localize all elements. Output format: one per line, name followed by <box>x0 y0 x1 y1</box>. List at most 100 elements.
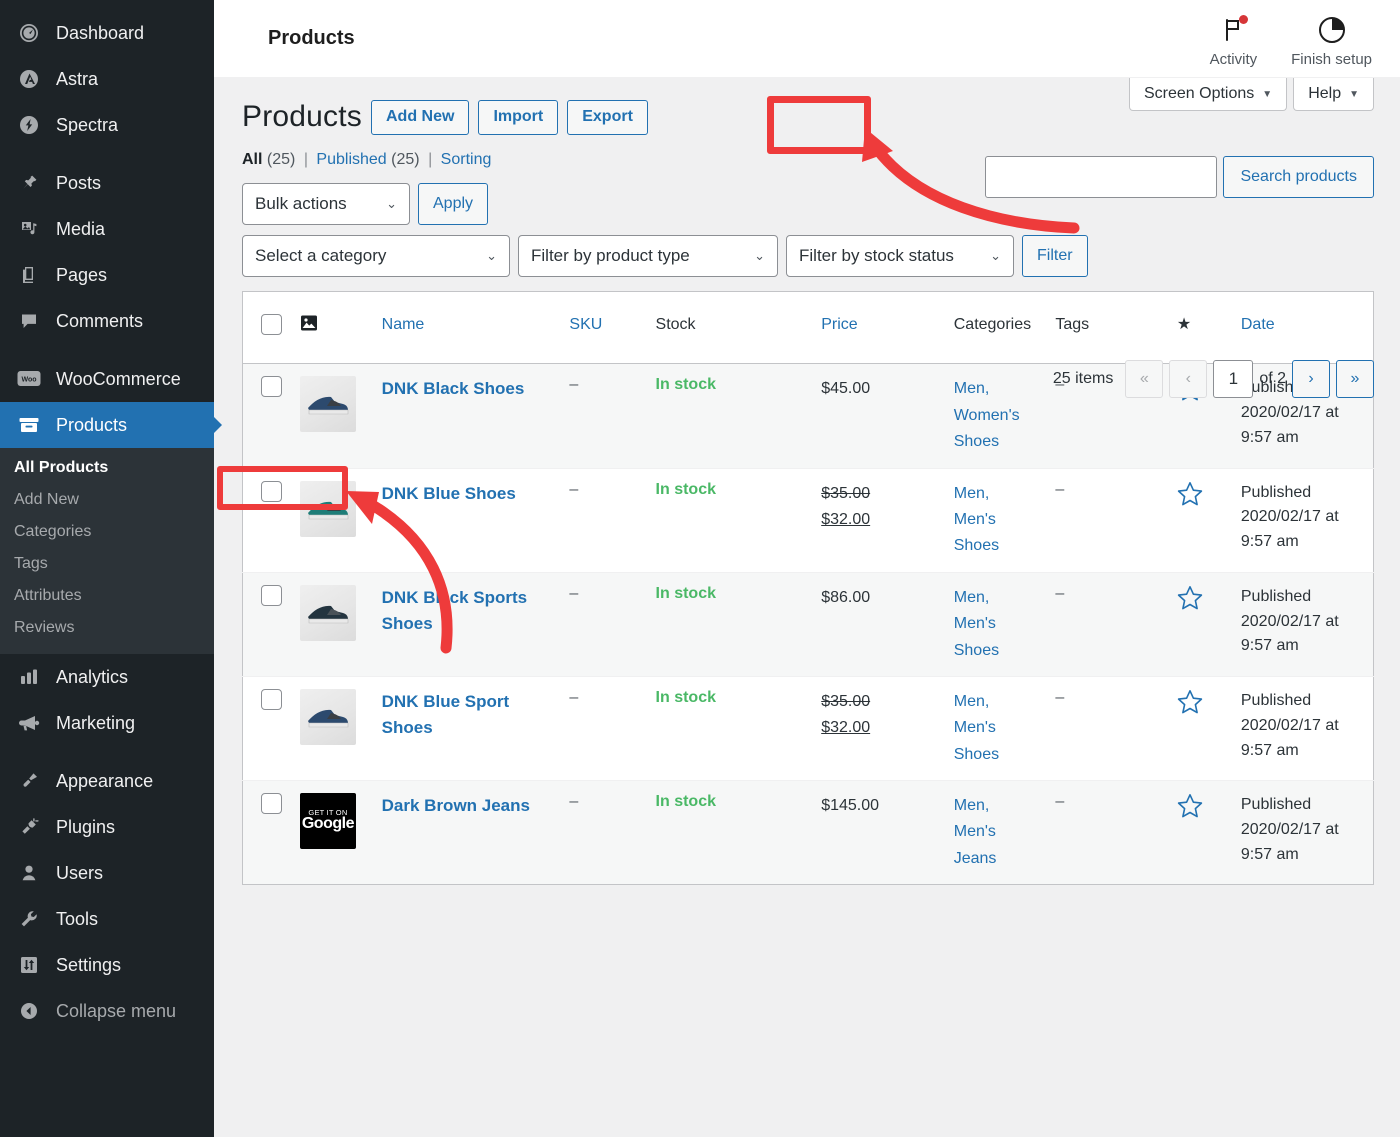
featured-star-icon[interactable] <box>1177 793 1203 823</box>
row-checkbox[interactable] <box>261 689 282 710</box>
product-thumbnail[interactable] <box>300 481 356 537</box>
sidebar-item-posts[interactable]: Posts <box>0 160 214 206</box>
product-price: $45.00 <box>821 380 870 397</box>
select-all-checkbox[interactable] <box>261 314 282 335</box>
sidebar-item-users[interactable]: Users <box>0 850 214 896</box>
category-link[interactable]: Women's <box>954 403 1056 429</box>
product-name-link[interactable]: DNK Black Shoes <box>382 376 570 402</box>
row-checkbox[interactable] <box>261 793 282 814</box>
sidebar-item-tags[interactable]: Tags <box>0 548 214 580</box>
category-link[interactable]: Men's <box>954 611 1056 637</box>
category-link[interactable]: Men, <box>954 793 1056 819</box>
apply-button[interactable]: Apply <box>418 183 488 225</box>
products-submenu: All Products Add New Categories Tags Att… <box>0 448 214 654</box>
date-header-link[interactable]: Date <box>1241 316 1275 333</box>
sidebar-item-reviews[interactable]: Reviews <box>0 612 214 644</box>
category-link[interactable]: Men's <box>954 715 1056 741</box>
sidebar-item-label: Tools <box>56 909 98 930</box>
bulk-actions-select[interactable]: Bulk actions <box>242 183 410 225</box>
sku-header[interactable]: SKU <box>569 291 655 364</box>
stock-cell: In stock <box>656 572 822 676</box>
last-page-button[interactable]: » <box>1336 360 1374 398</box>
category-link[interactable]: Shoes <box>954 429 1056 455</box>
sku-header-link[interactable]: SKU <box>569 316 602 333</box>
search-input[interactable] <box>985 156 1217 198</box>
sidebar-item-astra[interactable]: Astra <box>0 56 214 102</box>
filter-product-type-dropdown[interactable]: Filter by product type <box>518 235 778 277</box>
sidebar-item-attributes[interactable]: Attributes <box>0 580 214 612</box>
sidebar-item-plugins[interactable]: Plugins <box>0 804 214 850</box>
sidebar-item-marketing[interactable]: Marketing <box>0 700 214 746</box>
category-link[interactable]: Men, <box>954 481 1056 507</box>
import-button[interactable]: Import <box>478 100 558 135</box>
price-header[interactable]: Price <box>821 291 954 364</box>
category-link[interactable]: Shoes <box>954 533 1056 559</box>
search-products-button[interactable]: Search products <box>1223 156 1374 198</box>
sidebar-item-categories[interactable]: Categories <box>0 516 214 548</box>
sidebar-item-tools[interactable]: Tools <box>0 896 214 942</box>
sidebar-item-label: WooCommerce <box>56 369 181 390</box>
header-title: Products <box>268 27 355 50</box>
stock-status-select-wrap: Filter by stock status ⌄ <box>786 235 1014 277</box>
featured-star-icon[interactable] <box>1177 481 1203 511</box>
sidebar-item-label: Media <box>56 219 105 240</box>
category-link[interactable]: Shoes <box>954 638 1056 664</box>
add-new-button[interactable]: Add New <box>371 100 469 135</box>
product-thumbnail[interactable] <box>300 585 356 641</box>
sidebar-item-settings[interactable]: Settings <box>0 942 214 988</box>
filter-button[interactable]: Filter <box>1022 235 1088 277</box>
sidebar-item-comments[interactable]: Comments <box>0 298 214 344</box>
name-header-link[interactable]: Name <box>382 316 425 333</box>
featured-star-icon[interactable] <box>1177 585 1203 615</box>
first-page-button: « <box>1125 360 1163 398</box>
export-button[interactable]: Export <box>567 100 648 135</box>
sidebar-item-dashboard[interactable]: Dashboard <box>0 10 214 56</box>
sidebar-item-spectra[interactable]: Spectra <box>0 102 214 148</box>
product-thumbnail[interactable]: GET IT ONGoogle <box>300 793 356 849</box>
row-checkbox[interactable] <box>261 481 282 502</box>
product-name-link[interactable]: DNK Blue Shoes <box>382 481 570 507</box>
sidebar-item-media[interactable]: Media <box>0 206 214 252</box>
next-page-button[interactable]: › <box>1292 360 1330 398</box>
name-header[interactable]: Name <box>382 291 570 364</box>
view-published-link[interactable]: Published <box>316 151 386 168</box>
category-link[interactable]: Shoes <box>954 742 1056 768</box>
sidebar-item-appearance[interactable]: Appearance <box>0 758 214 804</box>
current-page-input[interactable]: 1 <box>1213 360 1253 398</box>
screen-options-button[interactable]: Screen Options ▼ <box>1129 78 1287 111</box>
filter-stock-status-dropdown[interactable]: Filter by stock status <box>786 235 1014 277</box>
activity-button[interactable]: Activity <box>1210 9 1258 68</box>
sidebar-item-add-new[interactable]: Add New <box>0 484 214 516</box>
sidebar-item-products[interactable]: Products <box>0 402 214 448</box>
help-button[interactable]: Help ▼ <box>1293 78 1374 111</box>
view-all-count: (25) <box>267 151 295 168</box>
product-thumbnail[interactable] <box>300 376 356 432</box>
price-header-link[interactable]: Price <box>821 316 857 333</box>
row-checkbox[interactable] <box>261 585 282 606</box>
category-link[interactable]: Men's <box>954 507 1056 533</box>
product-thumbnail[interactable] <box>300 689 356 745</box>
sidebar-item-pages[interactable]: Pages <box>0 252 214 298</box>
view-all-link[interactable]: All <box>242 151 262 168</box>
sidebar-item-woocommerce[interactable]: Woo WooCommerce <box>0 356 214 402</box>
category-link[interactable]: Jeans <box>954 846 1056 872</box>
product-name-link[interactable]: Dark Brown Jeans <box>382 793 570 819</box>
sidebar-item-all-products[interactable]: All Products <box>0 452 214 484</box>
category-link[interactable]: Men, <box>954 376 1056 402</box>
category-link[interactable]: Men's <box>954 819 1056 845</box>
category-link[interactable]: Men, <box>954 585 1056 611</box>
category-link[interactable]: Men, <box>954 689 1056 715</box>
featured-star-icon[interactable] <box>1177 689 1203 719</box>
bulk-actions-wrap: Bulk actions ⌄ <box>242 183 410 225</box>
sidebar-item-collapse-menu[interactable]: Collapse menu <box>0 988 214 1034</box>
product-name-link[interactable]: DNK Blue Sport Shoes <box>382 689 570 742</box>
product-price: $35.00$32.00 <box>821 693 954 742</box>
finish-setup-button[interactable]: Finish setup <box>1291 9 1372 68</box>
date-header[interactable]: Date <box>1241 291 1374 364</box>
view-sorting-link[interactable]: Sorting <box>441 151 492 168</box>
row-checkbox[interactable] <box>261 376 282 397</box>
product-name-link[interactable]: DNK Black Sports Shoes <box>382 585 570 638</box>
sidebar-item-analytics[interactable]: Analytics <box>0 654 214 700</box>
select-category-dropdown[interactable]: Select a category <box>242 235 510 277</box>
table-header-row: Name SKU Stock Price Categories Tags ★ D… <box>243 291 1374 364</box>
